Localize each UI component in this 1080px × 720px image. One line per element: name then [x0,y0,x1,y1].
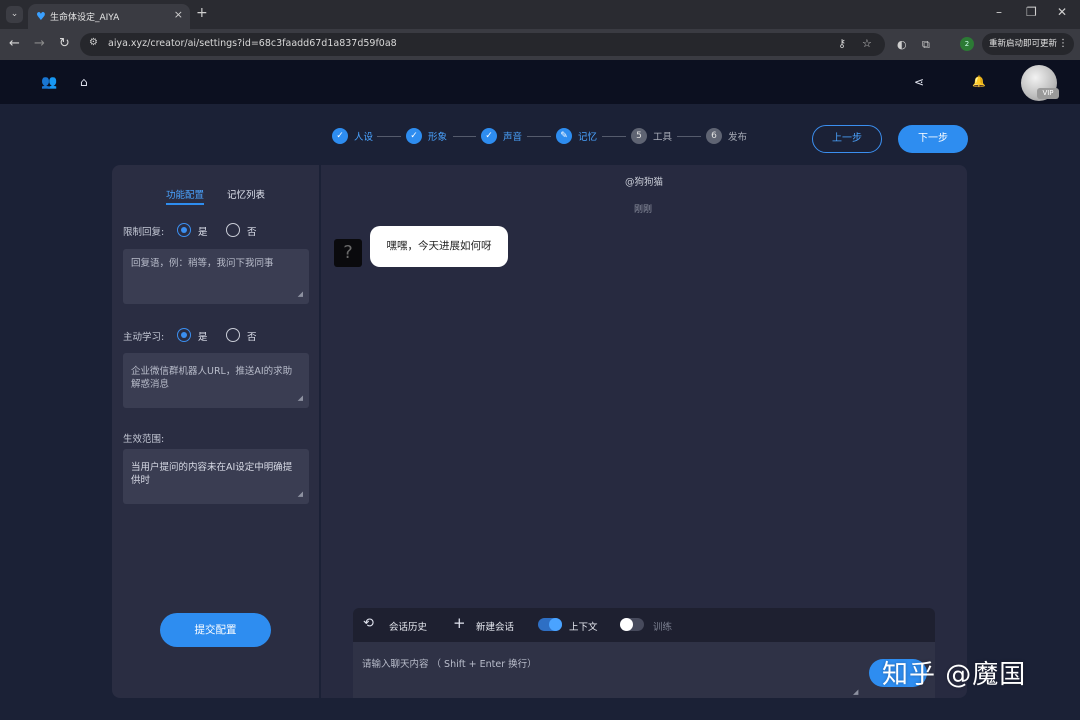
resize-handle-icon[interactable]: ◢ [298,392,303,405]
tab-function-config[interactable]: 功能配置 [166,187,204,201]
puzzle-icon[interactable]: ⧉ [922,38,930,52]
tab-title: 生命体设定_AIYA [50,13,120,23]
check-icon: ✓ [481,128,497,144]
share-icon[interactable]: ⋖ [914,75,924,89]
browser-tab-strip: ⌄ ♥ 生命体设定_AIYA × + – ❐ ✕ [0,0,1080,29]
step-label: 发布 [728,132,748,143]
browser-toolbar: ← → ↻ ⚙ aiya.xyz/creator/ai/settings?id=… [0,29,1080,60]
active-learning-yes-radio[interactable] [177,328,191,342]
users-icon[interactable]: 👥 [41,75,57,90]
message-timestamp: 刚刚 [634,205,653,215]
next-step-button[interactable]: 下一步 [898,125,968,153]
plus-icon[interactable]: + [453,614,466,632]
restore-icon[interactable]: ❐ [1026,5,1037,19]
app-header: 👥 ⌂ ⋖ 🔔 [0,60,1080,104]
more-menu-icon[interactable]: ⋮ [1058,33,1068,55]
new-chat-button[interactable]: 新建会话 [476,619,514,633]
resize-handle-icon[interactable]: ◢ [298,488,303,501]
scope-value: 当用户提问的内容未在AI设定中明确提供时 [131,462,293,486]
limit-reply-no-radio[interactable] [226,223,240,237]
step-number: 6 [706,128,722,144]
pencil-icon: ✎ [556,128,572,144]
chat-history-button[interactable]: 会话历史 [389,619,427,633]
watermark: 知乎 @魔国 [882,660,1027,690]
step-connector [677,136,701,137]
vip-badge: VIP [1037,88,1059,99]
limit-reply-yes-radio[interactable] [177,223,191,237]
radio-label: 是 [198,332,208,343]
context-label: 上下文 [569,622,598,633]
reply-placeholder: 回复语，例：稍等，我问下我同事 [131,258,274,269]
new-tab-icon[interactable]: + [196,5,208,21]
close-tab-icon[interactable]: × [174,8,183,21]
reload-icon[interactable]: ↻ [59,36,70,51]
bookmark-star-icon[interactable]: ☆ [862,37,872,50]
radio-label: 否 [247,332,257,343]
step-label: 记忆 [578,132,598,143]
extension-icon[interactable]: ◐ [897,38,907,51]
question-mark-icon: ? [334,239,362,267]
home-icon[interactable]: ⌂ [80,75,88,89]
step-label: 人设 [354,132,374,143]
forward-icon[interactable]: → [34,36,45,51]
bell-icon[interactable]: 🔔 [972,75,986,88]
resize-handle-icon[interactable]: ◢ [853,688,858,696]
check-icon: ✓ [332,128,348,144]
minimize-icon[interactable]: – [996,5,1002,19]
tab-search-icon[interactable]: ⌄ [6,6,23,23]
limit-reply-label: 限制回复: [123,227,165,238]
back-icon[interactable]: ← [9,36,20,51]
bot-message-bubble: 嘿嘿，今天进展如何呀 [370,226,508,267]
check-icon: ✓ [406,128,422,144]
site-info-icon[interactable]: ⚙ [89,37,98,48]
active-learning-label: 主动学习: [123,332,165,343]
toggle-knob [549,618,562,631]
radio-label: 是 [198,227,208,238]
chat-bot-name: @狗狗猫 [625,177,664,188]
step-connector [377,136,401,137]
update-button[interactable]: 重新启动即可更新 ⋮ [982,33,1074,55]
active-tab-indicator [166,203,204,205]
key-icon[interactable]: ⚷ [838,37,846,50]
composer-toolbar [353,608,935,642]
webhook-url-field[interactable]: 企业微信群机器人URL，推送AI的求助解惑消息 ◢ [123,353,309,408]
step-connector [602,136,626,137]
webhook-placeholder: 企业微信群机器人URL，推送AI的求助解惑消息 [131,366,293,390]
reply-text-field[interactable]: 回复语，例：稍等，我问下我同事 ◢ [123,249,309,304]
history-icon[interactable]: ⟲ [363,616,374,631]
active-learning-no-radio[interactable] [226,328,240,342]
chat-input[interactable]: 请输入聊天内容 （ Shift + Enter 换行） [362,656,537,670]
site-favicon-icon: ♥ [36,10,46,23]
context-toggle[interactable] [538,618,562,631]
toggle-knob [620,618,633,631]
scope-text-field[interactable]: 当用户提问的内容未在AI设定中明确提供时 ◢ [123,449,309,504]
tab-memory-list[interactable]: 记忆列表 [227,187,265,201]
scope-label: 生效范围: [123,434,165,445]
address-bar[interactable]: ⚙ aiya.xyz/creator/ai/settings?id=68c3fa… [80,33,885,56]
train-label: 训练 [653,622,673,633]
url-text[interactable]: aiya.xyz/creator/ai/settings?id=68c3faad… [108,38,397,49]
step-label: 声音 [503,132,523,143]
profile-badge[interactable]: 2 [960,37,974,51]
resize-handle-icon[interactable]: ◢ [298,288,303,301]
step-connector [453,136,476,137]
window-close-icon[interactable]: ✕ [1057,5,1067,19]
step-number: 5 [631,128,647,144]
step-label: 工具 [653,132,673,143]
prev-step-button[interactable]: 上一步 [812,125,882,153]
browser-tab[interactable]: ♥ 生命体设定_AIYA × [28,4,190,29]
radio-label: 否 [247,227,257,238]
step-connector [527,136,551,137]
submit-config-button[interactable]: 提交配置 [160,613,271,647]
train-toggle[interactable] [620,618,644,631]
step-label: 形象 [428,132,448,143]
update-label: 重新启动即可更新 [989,39,1058,49]
